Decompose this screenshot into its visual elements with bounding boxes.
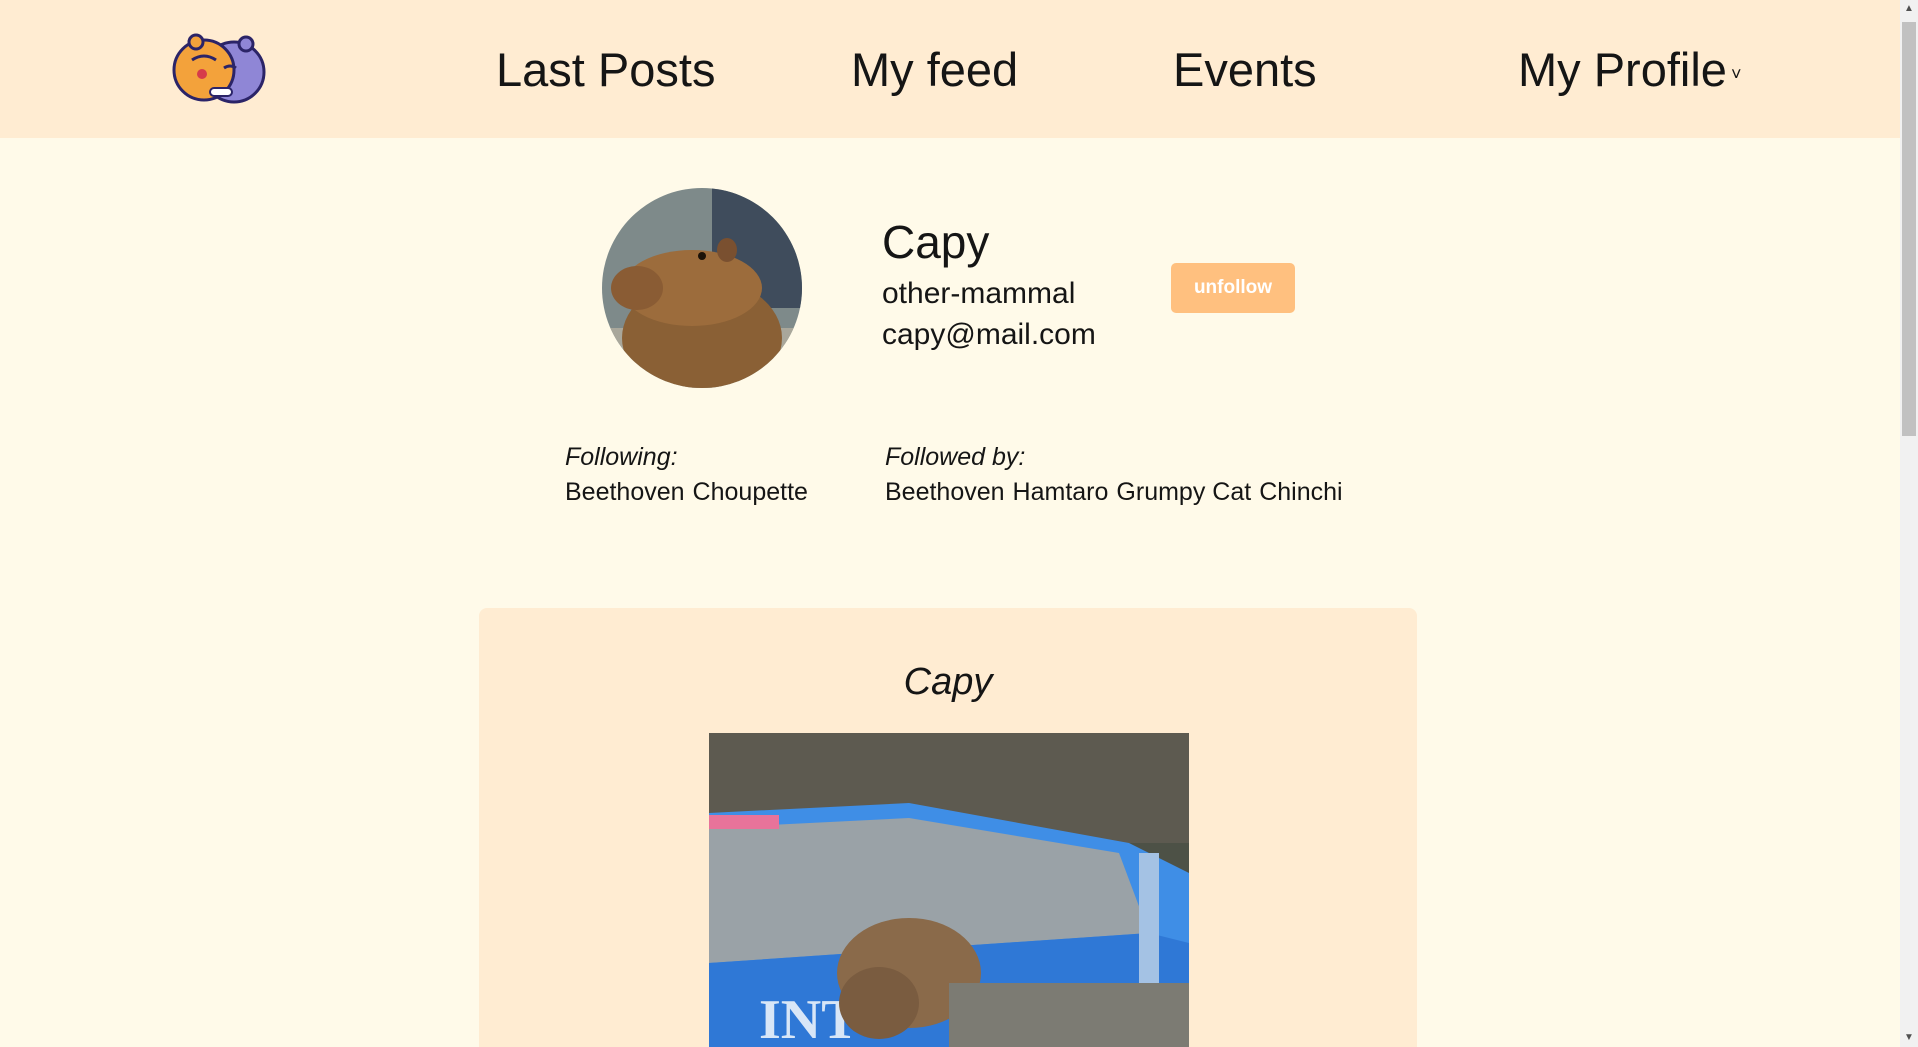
unfollow-button[interactable]: unfollow (1171, 263, 1295, 313)
nav-events[interactable]: Events (1173, 42, 1317, 98)
logo-icon[interactable] (170, 30, 274, 110)
scrollbar-thumb[interactable] (1902, 22, 1916, 436)
following-item[interactable]: Beethoven (565, 478, 685, 506)
followed-by-item[interactable]: Beethoven (885, 478, 1005, 506)
followed-by-item[interactable]: Hamtaro (1013, 478, 1109, 506)
nav-my-profile[interactable]: My Profile ˅ (1518, 42, 1741, 98)
followed-by-item[interactable]: Grumpy Cat (1116, 478, 1251, 506)
post-title: Capy (903, 661, 993, 703)
following-label: Following: (565, 443, 678, 471)
page: Last Posts My feed Events My Profile ˅ Ca… (0, 0, 1918, 1047)
scroll-down-arrow-icon[interactable]: ▼ (1900, 1029, 1918, 1047)
following-item[interactable]: Choupette (693, 478, 808, 506)
post-card: Capy INT (479, 608, 1417, 1047)
profile-email: capy@mail.com (882, 318, 1096, 351)
profile-species: other-mammal (882, 277, 1076, 310)
profile-name: Capy (882, 216, 990, 268)
navbar: Last Posts My feed Events My Profile ˅ (0, 0, 1900, 138)
followed-by-label: Followed by: (885, 443, 1026, 471)
avatar (602, 188, 802, 388)
vertical-scrollbar[interactable]: ▲ ▼ (1900, 0, 1918, 1047)
post-image: INT (709, 733, 1189, 1047)
nav-my-feed[interactable]: My feed (851, 42, 1018, 98)
nav-last-posts[interactable]: Last Posts (496, 42, 715, 98)
nav-my-profile-label: My Profile (1518, 43, 1727, 96)
followed-by-item[interactable]: Chinchi (1259, 478, 1342, 506)
scroll-up-arrow-icon[interactable]: ▲ (1900, 0, 1918, 18)
followed-by-list: Beethoven Hamtaro Grumpy Cat Chinchi (885, 476, 1351, 508)
following-list: Beethoven Choupette (565, 476, 816, 508)
chevron-down-icon: ˅ (1730, 64, 1742, 84)
